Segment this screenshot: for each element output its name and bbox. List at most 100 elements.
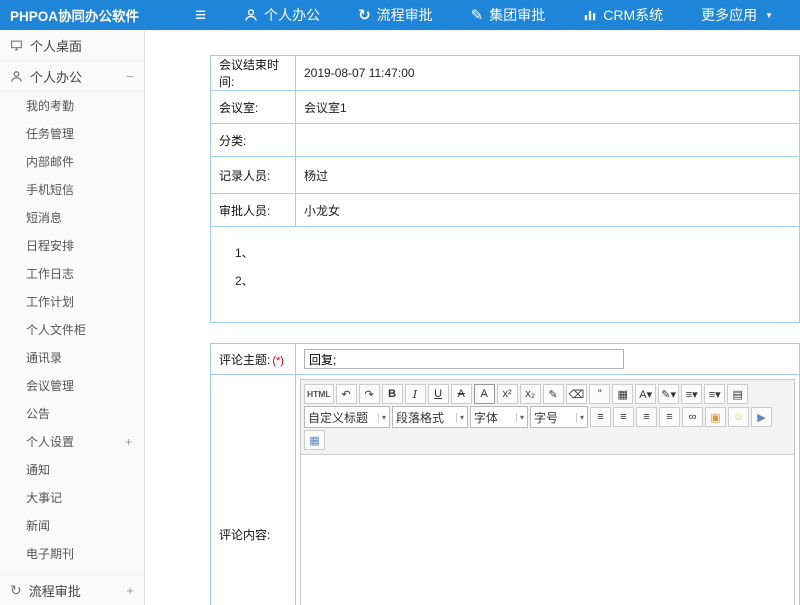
- comment-subject-input[interactable]: [304, 349, 624, 369]
- template-button[interactable]: ▤: [727, 384, 748, 404]
- font-color-button[interactable]: A▾: [635, 384, 656, 404]
- font-size-select[interactable]: 字号 ▾: [530, 406, 588, 428]
- nav-group-approval[interactable]: ✎ 集团审批: [471, 5, 546, 25]
- sidebar-item-meeting-management[interactable]: 会议管理: [0, 372, 144, 400]
- paragraph-select[interactable]: 段落格式 ▾: [392, 406, 468, 428]
- person-icon: [244, 8, 258, 22]
- nav-personal-office[interactable]: 个人办公: [244, 5, 320, 25]
- sidebar-item-label: 公告: [26, 400, 50, 428]
- remove-format-button[interactable]: ⌫: [566, 384, 588, 404]
- sidebar-item-memorabilia[interactable]: 大事记: [0, 484, 144, 512]
- nav-process-approval[interactable]: ↻ 流程审批: [358, 5, 433, 25]
- sidebar-item-schedule[interactable]: 日程安排: [0, 232, 144, 260]
- sidebar-item-label: 大事记: [26, 484, 62, 512]
- sidebar-item-work-plan[interactable]: 工作计划: [0, 288, 144, 316]
- sidebar-item-label: 任务管理: [26, 120, 74, 148]
- format-painter-button[interactable]: ✎: [543, 384, 564, 404]
- nav-label: 个人办公: [264, 5, 320, 25]
- table-row: 1、 2、: [211, 227, 800, 323]
- sidebar-item-label: 手机短信: [26, 176, 74, 204]
- paste-grid-button[interactable]: ▦: [612, 384, 633, 404]
- sidebar-item-personal-settings[interactable]: 个人设置 +: [0, 428, 144, 456]
- sidebar-section-label: 流程审批: [29, 581, 81, 600]
- desktop-monitor-icon: [10, 39, 23, 52]
- chevron-down-icon: ▾: [516, 413, 524, 422]
- editor-content-area[interactable]: [301, 455, 794, 605]
- sidebar-item-announcement[interactable]: 公告: [0, 400, 144, 428]
- nav-more-apps[interactable]: 更多应用 ▼: [701, 5, 773, 25]
- italic-button[interactable]: I: [405, 384, 426, 404]
- highlight-color-button[interactable]: ✎▾: [658, 384, 679, 404]
- sidebar-item-label: 工作日志: [26, 260, 74, 288]
- sidebar-item-label: 通知: [26, 456, 50, 484]
- quote-button[interactable]: ”: [589, 384, 610, 404]
- sidebar-item-mobile-sms[interactable]: 手机短信: [0, 176, 144, 204]
- sidebar-item-notification[interactable]: 通知: [0, 456, 144, 484]
- heading-select-value: 自定义标题: [308, 409, 368, 426]
- undo-button[interactable]: ↶: [336, 384, 357, 404]
- heading-select[interactable]: 自定义标题 ▾: [304, 406, 390, 428]
- sidebar-item-label: 我的考勤: [26, 92, 74, 120]
- table-row: 审批人员: 小龙女: [211, 194, 800, 227]
- bold-button[interactable]: B: [382, 384, 403, 404]
- text-box-button[interactable]: A: [474, 384, 495, 404]
- toolbar-row-1: HTML ↶ ↷ B I U A A x² x₂: [304, 384, 791, 404]
- image-button[interactable]: ▣: [705, 407, 726, 427]
- align-right-button[interactable]: ≡: [636, 407, 657, 427]
- sidebar-section-personal-office[interactable]: 个人办公 −: [0, 61, 144, 92]
- sidebar-item-label: 个人文件柜: [26, 316, 86, 344]
- strikethrough-button[interactable]: A: [451, 384, 472, 404]
- table-row: 评论内容: HTML ↶ ↷ B I U: [211, 375, 800, 605]
- expand-icon[interactable]: +: [125, 428, 132, 456]
- sidebar-item-short-message[interactable]: 短消息: [0, 204, 144, 232]
- field-label: 记录人员:: [211, 157, 296, 194]
- sidebar-item-personal-file-cabinet[interactable]: 个人文件柜: [0, 316, 144, 344]
- link-button[interactable]: ∞: [682, 407, 703, 427]
- sidebar-item-contacts[interactable]: 通讯录: [0, 344, 144, 372]
- process-refresh-icon: ↻: [358, 8, 371, 23]
- align-justify-button[interactable]: ≡: [659, 407, 680, 427]
- emoticon-button[interactable]: ☺: [728, 407, 749, 427]
- chevron-down-icon: ▾: [576, 413, 584, 422]
- font-family-select[interactable]: 字体 ▾: [470, 406, 528, 428]
- sidebar-item-news[interactable]: 新闻: [0, 512, 144, 540]
- sidebar-item-personal-desktop[interactable]: 个人桌面: [0, 30, 144, 61]
- sidebar-item-label: 新闻: [26, 512, 50, 540]
- html-source-button[interactable]: HTML: [304, 384, 334, 404]
- sidebar-item-internal-mail[interactable]: 内部邮件: [0, 148, 144, 176]
- sidebar: 个人桌面 个人办公 − 我的考勤 任务管理 内部邮件 手机短信 短消息 日程安排…: [0, 30, 145, 605]
- underline-button[interactable]: U: [428, 384, 449, 404]
- media-button[interactable]: ▶: [751, 407, 772, 427]
- sidebar-item-e-journal[interactable]: 电子期刊: [0, 540, 144, 568]
- comment-subject-label: 评论主题:(*): [211, 344, 296, 375]
- table-row: 评论主题:(*): [211, 344, 800, 375]
- rich-text-editor: HTML ↶ ↷ B I U A A x² x₂: [300, 379, 795, 605]
- sidebar-item-label: 通讯录: [26, 344, 62, 372]
- align-left-button[interactable]: ≡: [590, 407, 611, 427]
- collapse-icon[interactable]: −: [126, 69, 134, 84]
- nav-crm-system[interactable]: CRM系统: [583, 5, 663, 25]
- field-value: 小龙女: [296, 194, 800, 227]
- paragraph-select-value: 段落格式: [396, 409, 444, 426]
- superscript-button[interactable]: x²: [497, 384, 518, 404]
- expand-icon[interactable]: +: [126, 583, 134, 598]
- font-family-select-value: 字体: [474, 409, 498, 426]
- subscript-button[interactable]: x₂: [520, 384, 541, 404]
- note-line: 2、: [235, 267, 791, 295]
- sidebar-item-work-log[interactable]: 工作日志: [0, 260, 144, 288]
- sidebar-section-process-approval[interactable]: ↻ 流程审批 +: [0, 574, 144, 605]
- note-line: 1、: [235, 239, 791, 267]
- align-center-button[interactable]: ≡: [613, 407, 634, 427]
- hamburger-menu-icon[interactable]: ≡: [195, 6, 206, 25]
- field-value: 杨过: [296, 157, 800, 194]
- redo-button[interactable]: ↷: [359, 384, 380, 404]
- unordered-list-button[interactable]: ≡▾: [704, 384, 725, 404]
- chevron-down-icon: ▾: [378, 413, 386, 422]
- sidebar-item-label: 短消息: [26, 204, 62, 232]
- table-button[interactable]: ▦: [304, 430, 325, 450]
- sidebar-item-task-management[interactable]: 任务管理: [0, 120, 144, 148]
- sidebar-item-attendance[interactable]: 我的考勤: [0, 92, 144, 120]
- sidebar-item-label: 日程安排: [26, 232, 74, 260]
- field-value: [296, 124, 800, 157]
- ordered-list-button[interactable]: ≡▾: [681, 384, 702, 404]
